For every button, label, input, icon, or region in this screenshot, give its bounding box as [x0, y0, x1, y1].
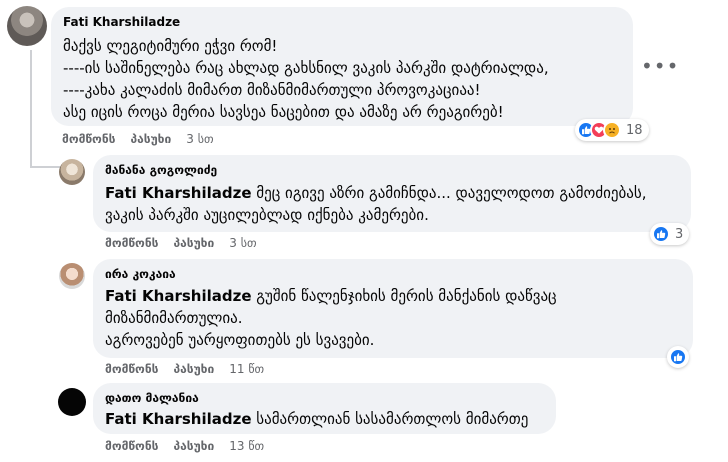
- comment-text-line: ვაკის პარკში აუცილებლად იქნება კამერები.: [105, 206, 429, 224]
- avatar[interactable]: [7, 6, 47, 46]
- comment-text-line: აგროვებენ უარყოფითებს ეს სვავები.: [105, 331, 375, 349]
- reaction-count: 3: [675, 226, 684, 242]
- reply-button[interactable]: პასუხი: [173, 362, 214, 376]
- comment-text-line: Fati Kharshiladze სამართლიან სასამართლოს…: [105, 409, 528, 430]
- like-button[interactable]: მომწონს: [62, 132, 115, 146]
- avatar[interactable]: [59, 263, 85, 289]
- comment-author[interactable]: მანანა გოგოლიძე: [105, 163, 217, 177]
- comment-author[interactable]: დათო მალანია: [105, 391, 199, 405]
- comment-text-line: მიზანმიმართულია.: [105, 309, 243, 327]
- reactions-summary[interactable]: 3: [650, 223, 690, 245]
- reactions-summary[interactable]: [667, 346, 689, 368]
- mention-link[interactable]: Fati Kharshiladze: [105, 287, 252, 305]
- reply-button[interactable]: პასუხი: [130, 132, 171, 146]
- like-button[interactable]: მომწონს: [105, 362, 158, 376]
- like-button[interactable]: მომწონს: [105, 439, 158, 453]
- comment-author[interactable]: Fati Kharshiladze: [63, 15, 180, 29]
- comment-text-line: ასე იცის როცა მერია სავსეა ნაცებით და ამ…: [63, 103, 504, 121]
- like-reaction-icon: [669, 348, 687, 366]
- comment-text-line: Fati Kharshiladze მეც იგივე აზრი გამიჩნდ…: [105, 183, 647, 204]
- comment-text-segment: სამართლიან სასამართლოს მიმართე: [251, 410, 529, 428]
- like-reaction-icon: [652, 225, 670, 243]
- reaction-count: 18: [626, 122, 643, 138]
- thread-line: [30, 50, 32, 168]
- avatar[interactable]: [58, 388, 86, 416]
- timestamp[interactable]: 3 სთ: [186, 132, 213, 146]
- comment-author[interactable]: ირა კოკაია: [105, 267, 176, 281]
- mention-link[interactable]: Fati Kharshiladze: [105, 410, 252, 428]
- sad-reaction-icon: [603, 121, 621, 139]
- comment-text-segment: მეც იგივე აზრი გამიჩნდა... დაველოდოთ გამ…: [251, 184, 647, 202]
- comment-actions: მომწონს პასუხი 3 სთ: [62, 132, 214, 146]
- comment-actions: მომწონს პასუხი 11 წთ: [105, 362, 264, 376]
- reactions-summary[interactable]: 18: [575, 119, 649, 141]
- comment-text-line: Fati Kharshiladze გუშინ წალენჯიხის მერის…: [105, 286, 557, 307]
- comment-actions: მომწონს პასუხი 3 სთ: [105, 236, 257, 250]
- like-button[interactable]: მომწონს: [105, 236, 158, 250]
- comment-text-segment: გუშინ წალენჯიხის მერის მანქანის დაწვაც: [251, 287, 557, 305]
- comment-text-line: მაქვს ლეგიტიმური ეჭვი რომ!: [63, 37, 278, 55]
- thread-line: [30, 166, 60, 168]
- comment-actions: მომწონს პასუხი 13 წთ: [105, 439, 264, 453]
- comment-text-line: ----ის საშინელება რაც ახლად გახსნილ ვაკი…: [63, 59, 549, 77]
- more-horizontal-icon[interactable]: •••: [641, 54, 679, 78]
- reply-button[interactable]: პასუხი: [173, 236, 214, 250]
- timestamp[interactable]: 3 სთ: [229, 236, 256, 250]
- comment-text-line: ----კახა კალაძის მიმართ მიზანმიმართული პ…: [63, 81, 481, 99]
- timestamp[interactable]: 13 წთ: [229, 439, 264, 453]
- avatar[interactable]: [59, 159, 85, 185]
- reply-button[interactable]: პასუხი: [173, 439, 214, 453]
- mention-link[interactable]: Fati Kharshiladze: [105, 184, 252, 202]
- timestamp[interactable]: 11 წთ: [229, 362, 264, 376]
